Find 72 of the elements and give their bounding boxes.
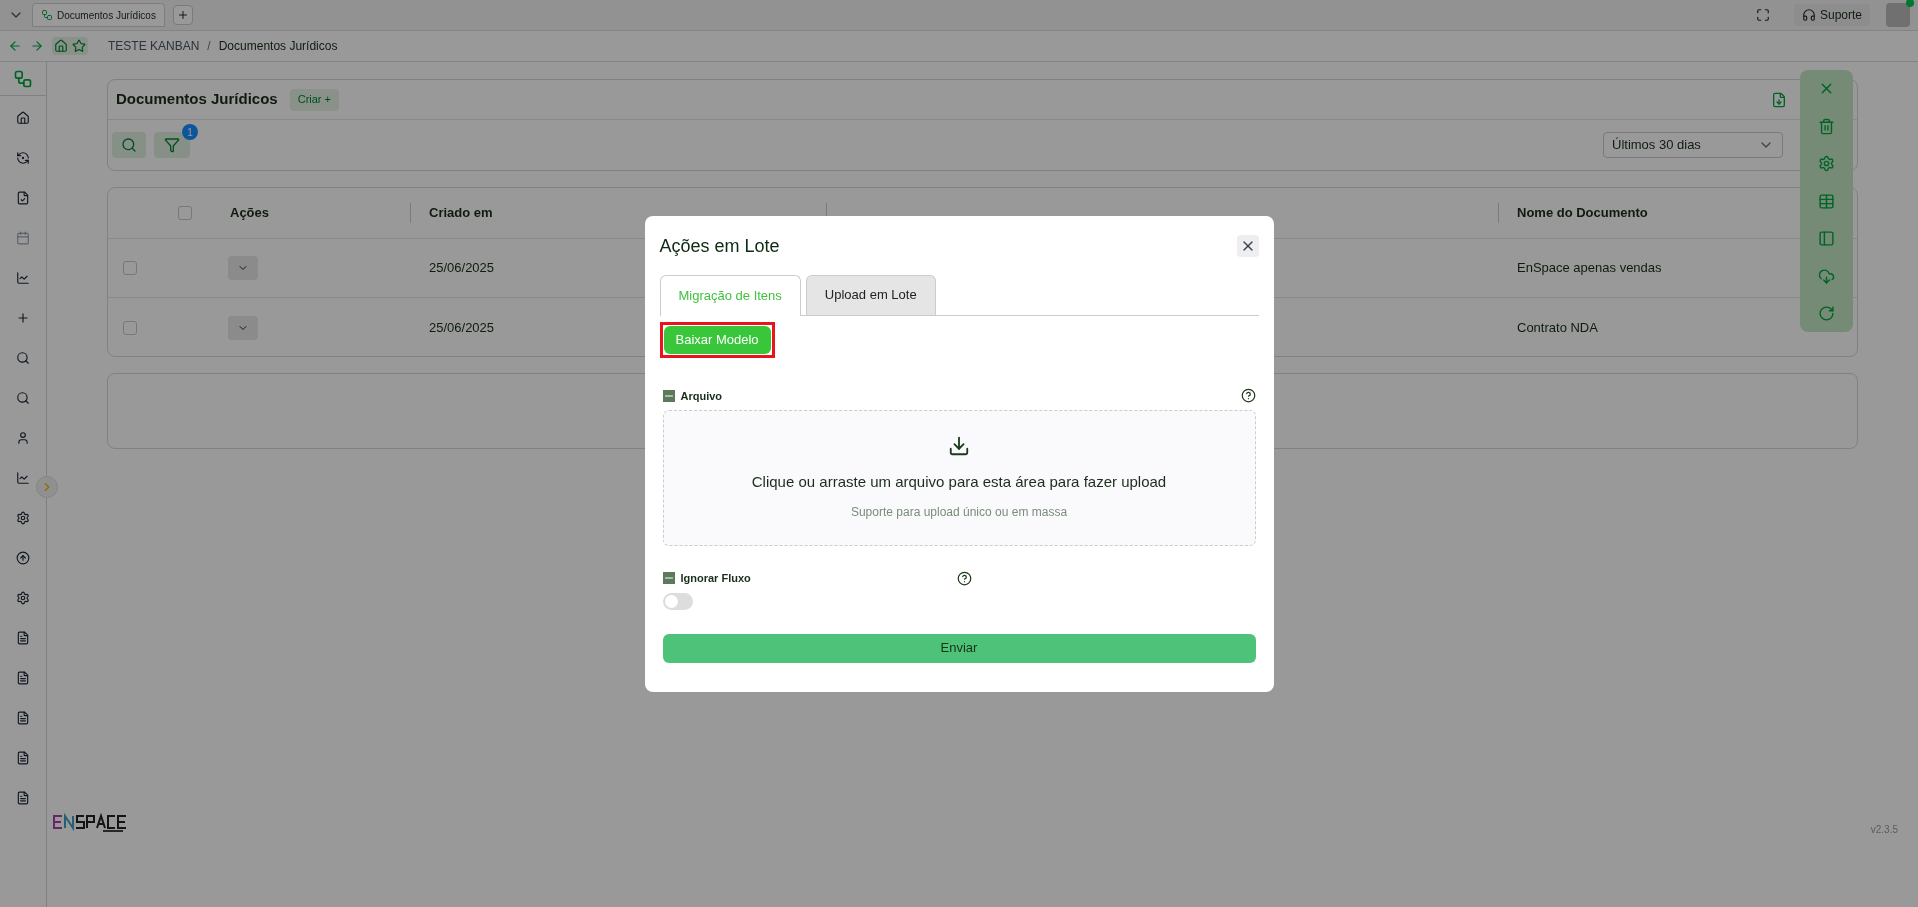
breadcrumb-separator: / <box>207 38 211 55</box>
headset-icon <box>1801 8 1816 22</box>
search-icon <box>121 137 137 153</box>
breadcrumb-link[interactable]: TESTE KANBAN <box>108 37 200 55</box>
upload-dropzone[interactable]: Clique ou arraste um arquivo para esta área para fazer upload Suporte para upload único ou em massa <box>662 410 1256 546</box>
upload-hint: Suporte para upload único ou em massa <box>850 504 1068 522</box>
refresh-icon[interactable] <box>16 151 30 165</box>
user-icon[interactable] <box>16 431 30 445</box>
column-header: Nome do Documento <box>1517 205 1648 221</box>
panel-icon[interactable] <box>1818 230 1835 247</box>
column-header: Ações <box>230 205 270 221</box>
calendar-icon[interactable] <box>16 231 30 245</box>
cloud-download-icon[interactable] <box>1818 267 1835 285</box>
close-button[interactable] <box>1236 235 1259 257</box>
file-check-icon[interactable] <box>16 191 30 205</box>
plus-icon <box>176 9 189 21</box>
filter-icon <box>164 137 180 153</box>
plus-icon[interactable] <box>16 311 30 325</box>
workflow-icon <box>41 9 53 21</box>
field-label: Arquivo <box>680 388 723 404</box>
page-title: Documentos Jurídicos <box>116 89 278 110</box>
home-icon[interactable] <box>16 111 30 125</box>
filter-button[interactable] <box>154 132 190 158</box>
create-button[interactable]: Criar + <box>289 88 339 111</box>
document-icon[interactable] <box>16 791 30 805</box>
settings-icon[interactable] <box>16 511 30 525</box>
field-label: Ignorar Fluxo <box>680 571 752 586</box>
chart-icon[interactable] <box>16 271 30 285</box>
support-button[interactable]: Suporte <box>1793 4 1870 26</box>
trash-icon[interactable] <box>1818 117 1835 135</box>
row-checkbox[interactable] <box>123 261 137 275</box>
collapse-icon[interactable] <box>662 389 675 402</box>
chart-icon[interactable] <box>16 471 30 485</box>
search-icon[interactable] <box>16 351 30 365</box>
arrow-up-circle-icon[interactable] <box>16 551 30 565</box>
upload-instruction: Clique ou arraste um arquivo para esta área para fazer upload <box>751 471 1167 492</box>
fullscreen-icon[interactable] <box>1755 8 1770 22</box>
forward-icon[interactable] <box>30 39 44 53</box>
document-icon[interactable] <box>16 671 30 685</box>
settings-icon[interactable] <box>16 591 30 605</box>
table-cell: 25/06/2025 <box>429 260 495 276</box>
document-icon[interactable] <box>16 751 30 765</box>
home-icon[interactable] <box>54 39 68 53</box>
table-icon[interactable] <box>1818 192 1835 210</box>
table-cell: 25/06/2025 <box>429 319 495 335</box>
star-icon[interactable] <box>72 39 86 53</box>
search-icon[interactable] <box>16 391 30 405</box>
collapse-icon[interactable] <box>662 572 675 585</box>
help-icon[interactable] <box>1240 388 1256 404</box>
back-icon[interactable] <box>8 39 22 53</box>
search-button[interactable] <box>112 132 146 158</box>
row-checkbox[interactable] <box>178 206 192 220</box>
browser-tab[interactable]: Documentos Jurídicos <box>32 3 165 27</box>
document-icon[interactable] <box>16 631 30 645</box>
modal-title: Ações em Lote <box>659 234 780 258</box>
new-tab-button[interactable] <box>172 5 193 25</box>
document-icon[interactable] <box>16 711 30 725</box>
modal-tab[interactable]: Upload em Lote <box>805 274 936 315</box>
table-cell: EnSpace apenas vendas <box>1517 260 1662 276</box>
help-icon[interactable] <box>956 570 972 586</box>
filter-badge: 1 <box>182 124 198 140</box>
export-icon[interactable] <box>1771 91 1787 108</box>
logo-icon[interactable] <box>13 68 33 89</box>
row-checkbox[interactable] <box>123 320 137 335</box>
ignore-flow-toggle[interactable] <box>662 592 693 610</box>
period-select[interactable]: Últimos 30 dias <box>1603 132 1783 158</box>
submit-button[interactable]: Enviar <box>662 633 1256 663</box>
download-icon <box>948 434 970 457</box>
column-header: Criado em <box>429 205 493 221</box>
table-cell: Contrato NDA <box>1517 319 1598 335</box>
breadcrumb-current: Documentos Jurídicos <box>218 38 338 55</box>
version-label: v2.3.5 <box>1870 823 1898 837</box>
